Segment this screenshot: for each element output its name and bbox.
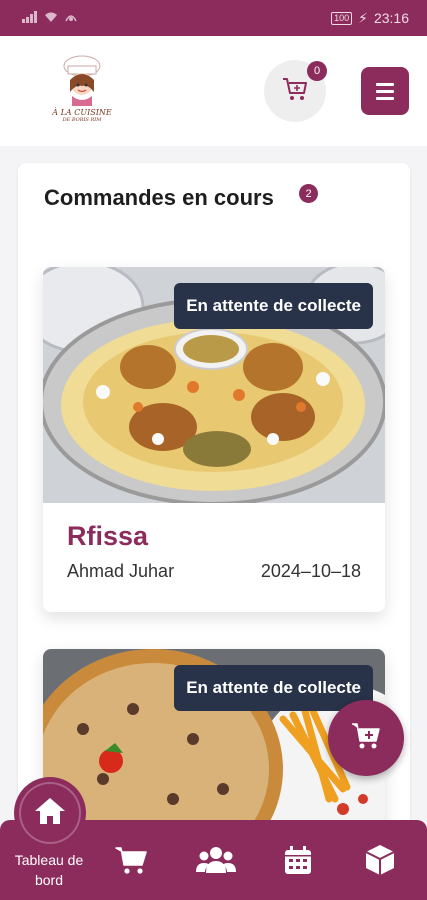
order-customer-name: Ahmad Juhar [67,561,175,581]
hamburger-icon [376,82,394,86]
status-bar: 100 ⚡ 23:16 [0,0,427,36]
nav-users-icon[interactable] [194,840,238,880]
status-left-icons [22,10,78,26]
nav-calendar-icon[interactable] [278,840,318,880]
orders-panel: Commandes en cours 2 En attente de colle… [18,163,410,883]
order-date: 2024–10–18 [260,561,361,581]
section-title: Commandes en cours [44,185,274,210]
home-icon [33,796,67,831]
status-right: 100 ⚡ 23:16 [331,10,409,27]
logo-text: À LA CUISINE DE BORIS RIM [52,108,112,123]
nav-home-label: Tableau de bord [14,852,84,888]
nav-box-icon[interactable] [360,840,400,880]
order-status-pill: En attente de collecte [174,283,373,329]
nav-cart-icon[interactable] [112,840,152,880]
order-card[interactable]: En attente de collecte Rfissa Ahmad Juha… [43,267,385,612]
signal-icon [22,10,38,26]
clock: 23:16 [373,10,409,26]
wifi-icon [44,11,58,26]
battery-icon: 100 [331,11,353,25]
app-header: À LA CUISINE DE BORIS RIM 0 [0,36,427,146]
charging-icon: ⚡ [358,9,368,26]
add-to-cart-fab[interactable] [328,700,404,776]
orders-count-badge: 2 [299,184,318,203]
cart-plus-icon [350,720,382,757]
nav-home-button[interactable] [14,777,86,849]
menu-button[interactable] [361,67,409,115]
chef-logo[interactable]: À LA CUISINE DE BORIS RIM [44,52,120,130]
order-status-pill: En attente de collecte [174,665,373,711]
hotspot-icon [64,11,78,26]
cart-plus-icon [281,75,309,108]
order-dish-name: Rfissa [67,521,149,551]
cart-count-badge: 0 [307,61,327,81]
